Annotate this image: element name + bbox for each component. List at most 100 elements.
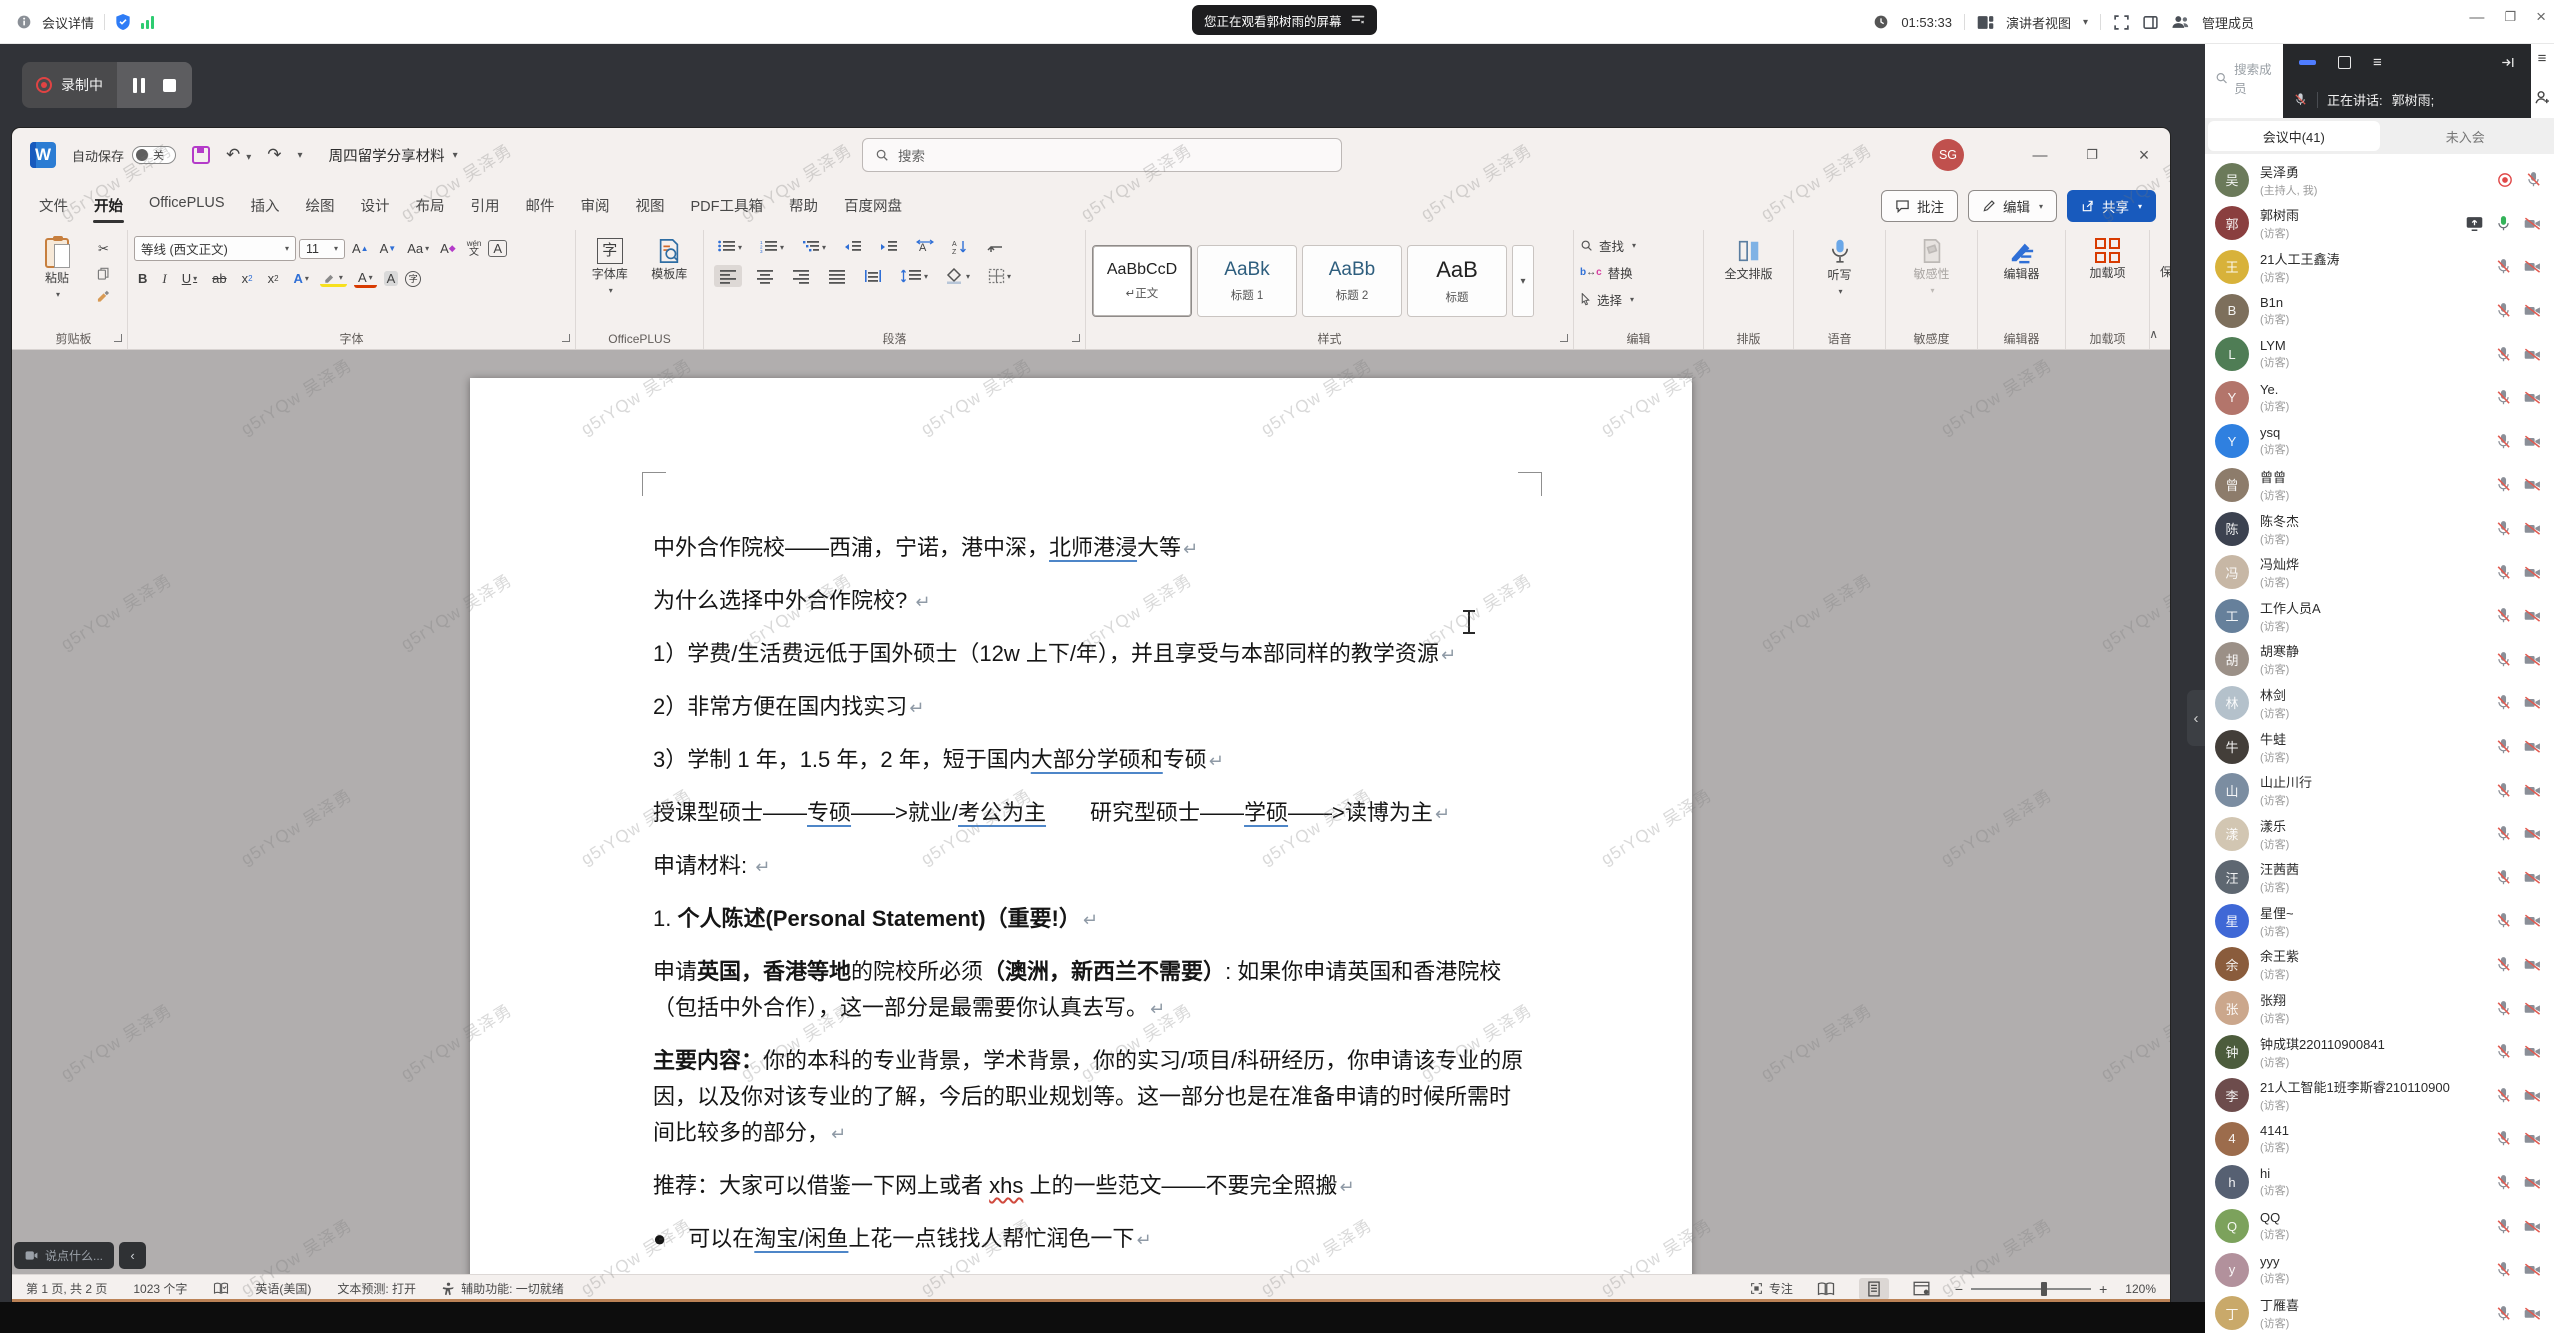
focus-mode-button[interactable]: 专注 <box>1750 1280 1793 1297</box>
ribbon-tab-文件[interactable]: 文件 <box>26 195 81 228</box>
read-mode-icon[interactable] <box>1811 1278 1841 1300</box>
ribbon-tab-PDF工具箱[interactable]: PDF工具箱 <box>678 195 777 228</box>
participant-row[interactable]: YYe.(访客) <box>2205 376 2554 420</box>
bold-icon[interactable]: B <box>134 270 151 287</box>
participant-row[interactable]: 牛牛蛙(访客) <box>2205 725 2554 769</box>
font-name-select[interactable]: 等线 (西文正文)▾ <box>134 236 296 261</box>
minimize-button[interactable]: — <box>2469 9 2484 26</box>
fullscreen-icon[interactable] <box>2113 14 2130 31</box>
zoom-thumb[interactable] <box>2041 1282 2047 1296</box>
ribbon-tab-设计[interactable]: 设计 <box>348 195 403 228</box>
document-page[interactable]: 中外合作院校——西浦，宁诺，港中深，北师港浸大等↵为什么选择中外合作院校? ↵1… <box>470 378 1692 1274</box>
style-chip-标题[interactable]: AaB标题 <box>1407 245 1507 317</box>
quick-access-overflow[interactable]: ▾ <box>298 150 303 161</box>
banner-layout-icon[interactable] <box>1351 14 1365 26</box>
addins-button[interactable]: 加载项 <box>2077 234 2139 281</box>
participant-row[interactable]: 吴吴泽勇(主持人, 我) <box>2205 158 2554 202</box>
phonetic-guide-icon[interactable]: wén文 <box>463 239 486 259</box>
restore-button[interactable]: ❐ <box>2504 9 2516 25</box>
autosave-control[interactable]: 自动保存 关 <box>72 146 176 165</box>
dictate-button[interactable]: 听写▾ <box>1809 234 1871 296</box>
participant-row[interactable]: 丁丁雁喜(访客) <box>2205 1291 2554 1333</box>
line-spacing-icon[interactable]: ▾ <box>896 267 932 285</box>
zoom-slider[interactable]: − + <box>1955 1281 2107 1297</box>
distribute-icon[interactable] <box>860 267 886 285</box>
add-member-icon[interactable] <box>2534 89 2551 106</box>
ribbon-tab-插入[interactable]: 插入 <box>238 195 293 228</box>
ribbon-tab-帮助[interactable]: 帮助 <box>776 195 831 228</box>
accessibility-status[interactable]: 辅助功能: 一切就绪 <box>442 1280 564 1297</box>
ribbon-tab-视图[interactable]: 视图 <box>623 195 678 228</box>
member-search-box[interactable]: 搜索成员 <box>2215 58 2281 98</box>
search-box[interactable]: 搜索 <box>862 138 1342 172</box>
dialog-launcher-icon[interactable] <box>562 334 570 342</box>
participant-row[interactable]: 郭郭树雨(访客) <box>2205 202 2554 246</box>
participant-row[interactable]: hhi(访客) <box>2205 1161 2554 1205</box>
editor-button[interactable]: 编辑器 <box>1991 234 2053 282</box>
panel-tab-会议中(41)[interactable]: 会议中(41) <box>2208 121 2380 151</box>
font-library-button[interactable]: 字 字体库▾ <box>582 234 638 295</box>
participant-row[interactable]: 山山止川行(访客) <box>2205 768 2554 812</box>
dialog-launcher-icon[interactable] <box>1560 334 1568 342</box>
stop-recording-button[interactable] <box>163 79 176 92</box>
template-library-button[interactable]: 模板库 <box>642 234 698 282</box>
document-text[interactable]: 中外合作院校——西浦，宁诺，港中深，北师港浸大等↵为什么选择中外合作院校? ↵1… <box>470 378 1692 1274</box>
participant-row[interactable]: 胡胡寒静(访客) <box>2205 638 2554 682</box>
collapse-toolbar-icon[interactable] <box>2500 56 2515 69</box>
web-layout-icon[interactable] <box>1907 1278 1937 1300</box>
ribbon-tab-邮件[interactable]: 邮件 <box>513 195 568 228</box>
panel-collapse-handle[interactable]: ‹ <box>2187 690 2205 746</box>
replace-button[interactable]: b↔c 替换 <box>1580 263 1636 282</box>
participant-row[interactable]: BB1n(访客) <box>2205 289 2554 333</box>
strikethrough-icon[interactable]: ab <box>208 270 230 287</box>
participant-row[interactable]: 汪汪茜茜(访客) <box>2205 856 2554 900</box>
zoom-track[interactable] <box>1971 1288 2091 1290</box>
security-shield-icon[interactable] <box>115 13 131 31</box>
minimize-window-icon[interactable] <box>2299 60 2316 65</box>
participant-row[interactable]: 曾曾曾(访客) <box>2205 463 2554 507</box>
superscript-icon[interactable]: x2 <box>264 270 283 287</box>
word-count[interactable]: 1023 个字 <box>133 1280 187 1297</box>
menu-icon[interactable]: ≡ <box>2373 54 2382 71</box>
char-shading-icon[interactable]: A <box>384 271 399 286</box>
document-canvas[interactable]: 中外合作院校——西浦，宁诺，港中深，北师港浸大等↵为什么选择中外合作院校? ↵1… <box>12 350 2170 1274</box>
dialog-launcher-icon[interactable] <box>1072 334 1080 342</box>
cut-button[interactable]: ✂ <box>94 240 113 258</box>
ribbon-tab-布局[interactable]: 布局 <box>403 195 458 228</box>
enclose-char-icon[interactable]: 字 <box>405 271 421 287</box>
style-chip-↵正文[interactable]: AaBbCcD↵正文 <box>1092 245 1192 317</box>
numbering-icon[interactable]: 123▾ <box>756 238 788 256</box>
ribbon-tab-审阅[interactable]: 审阅 <box>568 195 623 228</box>
close-button[interactable]: × <box>2536 7 2546 27</box>
style-chip-标题 2[interactable]: AaBb标题 2 <box>1302 245 1402 317</box>
text-prediction[interactable]: 文本预测: 打开 <box>337 1280 416 1297</box>
participant-row[interactable]: LLYM(访客) <box>2205 332 2554 376</box>
ribbon-tab-OfficePLUS[interactable]: OfficePLUS <box>136 195 238 228</box>
language-indicator[interactable]: 英语(美国) <box>255 1280 311 1297</box>
justify-icon[interactable] <box>824 267 850 285</box>
word-minimize-button[interactable]: — <box>2014 128 2066 182</box>
participant-row[interactable]: 工工作人员A(访客) <box>2205 594 2554 638</box>
dialog-launcher-icon[interactable] <box>114 334 122 342</box>
side-panel-icon[interactable] <box>2142 14 2159 31</box>
ribbon-tab-开始[interactable]: 开始 <box>81 195 136 228</box>
participant-row[interactable]: 星星俚~(访客) <box>2205 899 2554 943</box>
participant-row[interactable]: 冯冯灿烨(访客) <box>2205 550 2554 594</box>
redo-button[interactable]: ↷ <box>267 145 281 165</box>
document-title[interactable]: 周四留学分享材料 ▾ <box>329 145 458 166</box>
zoom-out-button[interactable]: − <box>1955 1281 1963 1297</box>
autosave-toggle[interactable]: 关 <box>132 146 176 164</box>
align-right-icon[interactable] <box>788 267 814 285</box>
panel-menu-icon[interactable]: ≡ <box>2538 50 2547 67</box>
edit-mode-button[interactable]: 编辑▾ <box>1968 190 2057 222</box>
copy-button[interactable] <box>94 267 113 281</box>
shading-icon[interactable]: ▾ <box>942 267 974 285</box>
manage-members-button[interactable]: 管理成员 <box>2202 13 2254 32</box>
participant-row[interactable]: 陈陈冬杰(访客) <box>2205 507 2554 551</box>
participant-row[interactable]: 李21人工智能1班李斯睿210110900508(访客) <box>2205 1073 2554 1117</box>
decrease-indent-icon[interactable] <box>840 238 866 256</box>
participant-row[interactable]: 王21人工王鑫涛(访客) <box>2205 245 2554 289</box>
styles-gallery-scroll[interactable]: ▾ <box>1512 245 1534 317</box>
undo-button[interactable]: ↶▾ <box>226 145 251 165</box>
text-effects-icon[interactable]: A▾ <box>290 270 313 287</box>
